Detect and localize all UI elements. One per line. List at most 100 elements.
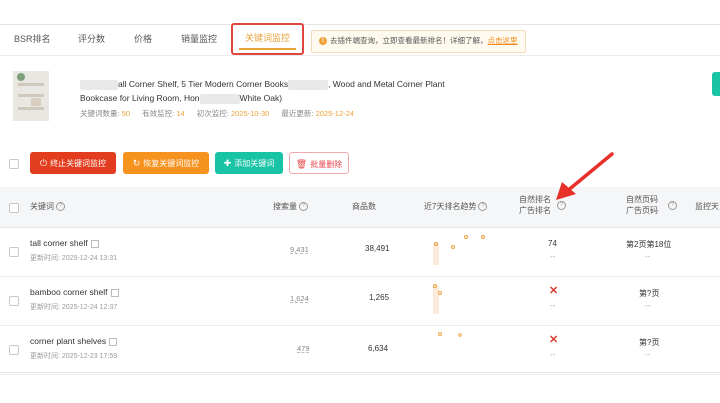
tab-price[interactable]: 价格 xyxy=(134,25,152,55)
external-link-icon[interactable] xyxy=(109,337,118,346)
redacted-text xyxy=(288,79,329,90)
add-keyword-label: 添加关键词 xyxy=(234,159,275,168)
plugin-notice: ! 去插件端查询，立即查看最新排名！详细了解，点击这里 xyxy=(311,30,526,53)
power-icon: ⏻ xyxy=(39,158,48,168)
row-checkbox[interactable] xyxy=(9,345,19,355)
row-checkbox[interactable] xyxy=(9,296,19,306)
col-natural-page-label: 自然页码 xyxy=(626,195,658,204)
help-icon[interactable]: ? xyxy=(299,202,308,212)
ad-page-value: -- xyxy=(645,301,651,310)
notice-text: 去插件端查询，立即查看最新排名！详细了解， xyxy=(330,36,488,45)
redacted-text xyxy=(80,79,118,90)
product-meta: 关键词数量: 50 有效监控: 14 初次监控: 2025-10-30 最近更新… xyxy=(80,108,364,119)
trend-sparkline[interactable] xyxy=(428,280,498,314)
trend-sparkline[interactable] xyxy=(428,231,498,265)
product-count: 38,491 xyxy=(365,244,390,253)
restore-monitor-button[interactable]: ↻ 恢复关键词监控 xyxy=(123,152,209,174)
meta-label: 有效监控: xyxy=(142,109,175,118)
table-row: tall corner shelf 更新时间: 2025-12-24 13:31… xyxy=(0,227,720,277)
tab-keyword-monitor[interactable]: 关键词监控 xyxy=(231,23,305,55)
meta-label: 关键词数量: xyxy=(80,109,120,118)
trash-icon: 🗑 xyxy=(295,159,308,169)
table-header: 关键词? 搜索量? 商品数 近7天排名趋势? 自然排名 广告排名 ? 自然页码 … xyxy=(0,187,720,228)
col-monitor-days: 监控天 xyxy=(695,202,719,211)
tab-bar: BSR排名 评分数 价格 销量监控 关键词监控 ! 去插件端查询，立即查看最新排名… xyxy=(0,23,720,56)
tab-keyword-monitor-label: 关键词监控 xyxy=(245,33,291,43)
keyword-text[interactable]: tall corner shelf xyxy=(30,238,99,248)
restore-monitor-label: 恢复关键词监控 xyxy=(143,159,200,168)
ad-page-value: -- xyxy=(645,350,651,359)
notice-link[interactable]: 点击这里 xyxy=(488,36,518,45)
valid-monitor-value: 14 xyxy=(176,109,185,118)
trend-point xyxy=(481,235,485,239)
col-ad-rank-label: 广告排名 xyxy=(519,206,551,215)
search-volume[interactable]: 9,431 xyxy=(290,245,309,254)
header-checkbox[interactable] xyxy=(9,203,19,213)
meta-label: 最近更新: xyxy=(281,109,314,118)
trend-point xyxy=(451,245,455,249)
redacted-text xyxy=(199,93,240,104)
first-monitor-value: 2025-10-30 xyxy=(230,109,270,118)
trend-point xyxy=(458,333,462,337)
select-all-checkbox[interactable] xyxy=(9,159,19,169)
tab-sales-monitor[interactable]: 销量监控 xyxy=(181,25,217,55)
search-volume[interactable]: 1,624 xyxy=(290,294,309,303)
table-row: corner plant shelves 更新时间: 2025-12-23 17… xyxy=(0,325,720,375)
plus-icon: ✚ xyxy=(223,158,232,168)
col-search-volume[interactable]: 搜索量? xyxy=(273,201,308,212)
table-row: bamboo corner shelf 更新时间: 2025-12-24 12:… xyxy=(0,276,720,326)
search-volume[interactable]: 479 xyxy=(297,344,310,353)
trend-point xyxy=(438,291,442,295)
external-link-icon[interactable] xyxy=(110,288,119,297)
tab-bsr-rank[interactable]: BSR排名 xyxy=(14,25,51,55)
keyword-label: bamboo corner shelf xyxy=(30,287,108,297)
tab-rating-count[interactable]: 评分数 xyxy=(78,25,105,55)
help-icon[interactable]: ? xyxy=(478,202,488,212)
natural-page-value: 第?页 xyxy=(639,338,660,347)
col-product-count[interactable]: 商品数 xyxy=(352,201,376,212)
product-title-line2a: Bookcase for Living Room, Hon xyxy=(80,93,200,103)
col-trend: 近7天排名趋势? xyxy=(424,201,488,212)
ad-rank-value: -- xyxy=(550,350,556,359)
add-keyword-button[interactable]: ✚ 添加关键词 xyxy=(215,152,283,174)
keyword-text[interactable]: corner plant shelves xyxy=(30,336,118,346)
trend-sparkline[interactable] xyxy=(428,329,498,363)
batch-delete-label: 批量删除 xyxy=(310,160,343,169)
product-image[interactable] xyxy=(13,71,49,121)
not-ranked-icon: ✕ xyxy=(549,285,559,297)
product-title-line2b: White Oak) xyxy=(239,93,283,103)
help-icon[interactable]: ? xyxy=(668,201,677,210)
keyword-count-value: 50 xyxy=(121,109,131,118)
stop-monitor-button[interactable]: ⏻ 终止关键词监控 xyxy=(30,152,116,174)
help-icon[interactable]: ? xyxy=(557,201,566,210)
col-search-volume-label: 搜索量 xyxy=(273,202,297,211)
shelf-line xyxy=(18,94,44,97)
col-trend-label: 近7天排名趋势 xyxy=(424,202,477,211)
ad-page-value: -- xyxy=(645,252,651,261)
col-keyword: 关键词? xyxy=(30,201,65,212)
col-page: 自然页码 广告页码 xyxy=(626,194,658,216)
updated-time: 更新时间: 2025-12-24 13:31 xyxy=(30,255,118,262)
updated-time: 更新时间: 2025-12-24 12:37 xyxy=(30,304,118,311)
not-ranked-icon: ✕ xyxy=(549,334,559,346)
keyword-label: tall corner shelf xyxy=(30,238,88,248)
ad-rank-value: -- xyxy=(550,252,556,261)
natural-rank-value: 74 xyxy=(548,239,557,248)
trend-point xyxy=(464,235,468,239)
col-keyword-label: 关键词 xyxy=(30,202,54,211)
shelf-line xyxy=(18,83,44,86)
natural-page-value: 第2页第18位 xyxy=(626,240,672,249)
keyword-text[interactable]: bamboo corner shelf xyxy=(30,287,119,297)
external-link-icon[interactable] xyxy=(90,239,99,248)
plant-shape xyxy=(17,73,25,81)
product-title[interactable]: all Corner Shelf, 5 Tier Modern Corner B… xyxy=(80,77,500,105)
product-count: 6,634 xyxy=(368,344,389,353)
help-icon[interactable]: ? xyxy=(56,202,65,212)
side-action-button[interactable] xyxy=(712,72,720,96)
ad-rank-value: -- xyxy=(550,301,556,310)
shelf-line xyxy=(18,107,44,110)
batch-delete-button[interactable]: 🗑 批量删除 xyxy=(289,152,349,174)
last-update-value: 2025-12-24 xyxy=(315,109,354,118)
row-checkbox[interactable] xyxy=(9,247,19,257)
trend-highlight xyxy=(433,243,439,265)
